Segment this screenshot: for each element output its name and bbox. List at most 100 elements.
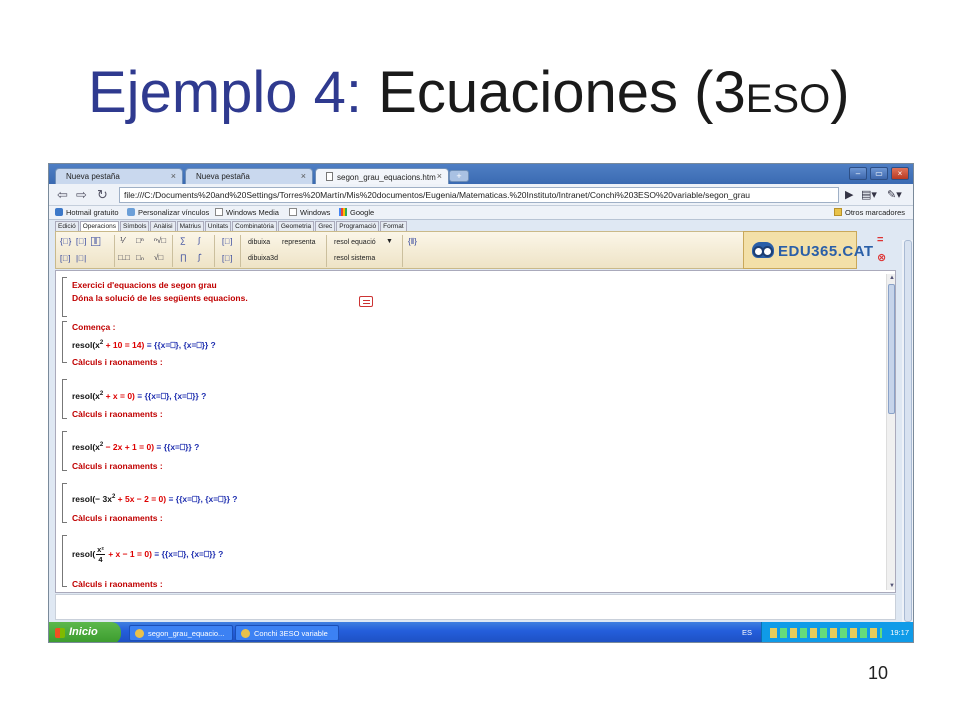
close-window-button[interactable]: × (891, 167, 909, 180)
edu365-logo: EDU365.CAT (743, 231, 873, 269)
block-bracket (62, 277, 67, 317)
equation-4[interactable]: resol(− 3x2 + 5x − 2 = 0) ≡ {{x=⎕}, {x=⎕… (72, 494, 237, 505)
bookmark-personalizar[interactable]: Personalizar vínculos (127, 208, 209, 217)
menu-tab-geometria[interactable]: Geometria (277, 221, 315, 231)
reasoning-label: Càlculs i raonaments : (72, 579, 163, 589)
scroll-down-icon[interactable]: ▼ (888, 582, 895, 590)
eval-icon[interactable]: [⃞] (222, 237, 232, 246)
sum-icon[interactable]: ∑ (180, 236, 186, 245)
parentheses-icon[interactable]: {⃞} (60, 237, 71, 246)
forward-icon[interactable]: ⇨ (76, 187, 87, 202)
scroll-up-icon[interactable]: ▲ (888, 274, 895, 282)
taskbar-item-folder[interactable]: Conchi 3ESO variable (235, 625, 339, 641)
page-icon (326, 172, 333, 181)
close-icon[interactable]: × (171, 171, 176, 181)
root-icon[interactable]: ⁿ√□ (154, 236, 166, 245)
equation-1[interactable]: resol(x2 + 10 = 14) ≡ {{x=⎕}, {x=⎕}} ? (72, 340, 216, 351)
limit-icon[interactable]: ∫̂ (198, 253, 200, 262)
bookmark-hotmail[interactable]: Hotmail gratuito (55, 208, 119, 217)
menu-tab-analisi[interactable]: Anàlisi (150, 221, 176, 231)
power-icon[interactable]: □ⁿ (136, 236, 144, 245)
set-icon[interactable]: [⃞] (60, 254, 70, 263)
page-number: 10 (867, 663, 888, 683)
close-icon[interactable]: × (437, 171, 442, 181)
system-tray: ES 19:17 (742, 622, 913, 642)
page-icon (289, 208, 297, 216)
taskbar: Inicio segon_grau_equacio... Conchi 3ESO… (49, 622, 913, 642)
sqrt-icon[interactable]: √□ (154, 253, 163, 262)
play-icon[interactable]: ▶ (845, 188, 853, 201)
toolbar-separator (172, 235, 173, 267)
scroll-thumb[interactable] (888, 284, 895, 414)
close-icon[interactable]: × (301, 171, 306, 181)
tab-label: segon_grau_equacions.htm (337, 173, 436, 182)
bookmarks-bar: Hotmail gratuito Personalizar vínculos W… (49, 206, 913, 220)
block-bracket (62, 431, 67, 471)
tab-active[interactable]: segon_grau_equacions.htm × (315, 168, 449, 184)
brace-matrix-icon[interactable]: {⦀} (408, 237, 417, 247)
slide-title: Ejemplo 4: Ecuaciones (3ESO) (88, 58, 850, 134)
close-icon[interactable]: ⊗ (877, 251, 886, 264)
brackets-icon[interactable]: [⃞] (76, 237, 86, 246)
bookmark-google[interactable]: Google (339, 208, 374, 217)
note-icon[interactable] (359, 296, 373, 307)
decimal-icon[interactable]: □.□ (118, 253, 130, 262)
minimize-button[interactable]: – (849, 167, 867, 180)
representa-button[interactable]: representa (282, 239, 315, 246)
menu-tab-combinatoria[interactable]: Combinatòria (232, 221, 277, 231)
menu-tab-edicio[interactable]: Edició (55, 221, 79, 231)
equation-5[interactable]: resol(x² 4 + x − 1 = 0) ≡ {{x=⎕}, {x=⎕}} … (72, 545, 223, 564)
taskbar-item-browser[interactable]: segon_grau_equacio... (129, 625, 233, 641)
menu-tab-operacions[interactable]: Operacions (79, 221, 119, 231)
page-scroll-thumb[interactable] (904, 240, 912, 622)
google-icon (339, 208, 347, 216)
worksheet-scrollbar[interactable]: ▲ ▼ (886, 274, 895, 590)
page-scrollbar[interactable] (902, 240, 913, 622)
page-menu-icon[interactable]: ▤▾ (861, 188, 877, 201)
equation-3[interactable]: resol(x2 − 2x + 1 = 0) ≡ {{x=⎕}} ? (72, 442, 199, 453)
worksheet-area[interactable]: Exercici d'equacions de segon grau Dóna … (55, 270, 896, 593)
tray-icons[interactable] (770, 628, 882, 638)
dibuixa3d-button[interactable]: dibuixa3d (248, 255, 278, 262)
tab-new-2[interactable]: Nueva pestaña × (185, 168, 313, 184)
reload-icon[interactable]: ↻ (97, 187, 108, 202)
url-field[interactable]: file:///C:/Documents%20and%20Settings/To… (119, 187, 839, 203)
chevron-down-icon[interactable]: ▼ (386, 238, 393, 245)
tab-new-1[interactable]: Nueva pestaña × (55, 168, 183, 184)
equation-2[interactable]: resol(x2 + x = 0) ≡ {{x=⎕}, {x=⎕}} ? (72, 391, 206, 402)
integral-icon[interactable]: ∫ (198, 236, 200, 245)
resol-sistema-button[interactable]: resol sistema (334, 255, 375, 262)
language-indicator[interactable]: ES (742, 628, 752, 637)
toolbar-separator (326, 235, 327, 267)
subscript-icon[interactable]: □ₙ (136, 253, 144, 262)
menu-tab-programacio[interactable]: Programació (336, 221, 380, 231)
product-icon[interactable]: ∏ (180, 253, 187, 262)
resol-equacio-button[interactable]: resol equació (334, 239, 376, 246)
block-bracket (62, 379, 67, 419)
start-button[interactable]: Inicio (49, 622, 121, 642)
menu-tab-format[interactable]: Format (380, 221, 407, 231)
fraction: x² 4 (96, 545, 105, 564)
address-bar: ⇦ ⇨ ↻ file:///C:/Documents%20and%20Setti… (49, 184, 913, 206)
matrix-icon[interactable]: ⦀⃞ (94, 237, 98, 247)
abs-icon[interactable]: |⃞| (76, 254, 86, 263)
bookmark-windows[interactable]: Windows (289, 208, 330, 217)
fraction-icon[interactable]: ⅟ (120, 236, 125, 245)
back-icon[interactable]: ⇦ (57, 187, 68, 202)
page-icon (215, 208, 223, 216)
title-part-close: ) (830, 60, 850, 125)
menu-tab-simbols[interactable]: Símbols (119, 221, 150, 231)
bookmark-windows-media[interactable]: Windows Media (215, 208, 279, 217)
menu-tab-grec[interactable]: Grec (315, 221, 336, 231)
eval2-icon[interactable]: [⃞] (222, 254, 232, 263)
new-tab-button[interactable]: + (449, 170, 469, 182)
menu-tab-unitats[interactable]: Unitats (204, 221, 232, 231)
wrench-icon[interactable]: ✎▾ (887, 188, 902, 201)
maximize-button[interactable]: ▭ (870, 167, 888, 180)
reasoning-label: Càlculs i raonaments : (72, 409, 163, 419)
menu-tab-matrius[interactable]: Matrius (176, 221, 204, 231)
equals-icon[interactable]: = (877, 234, 883, 246)
toolbar-separator (114, 235, 115, 267)
dibuixa-button[interactable]: dibuixa (248, 239, 270, 246)
other-bookmarks[interactable]: Otros marcadores (834, 208, 905, 217)
